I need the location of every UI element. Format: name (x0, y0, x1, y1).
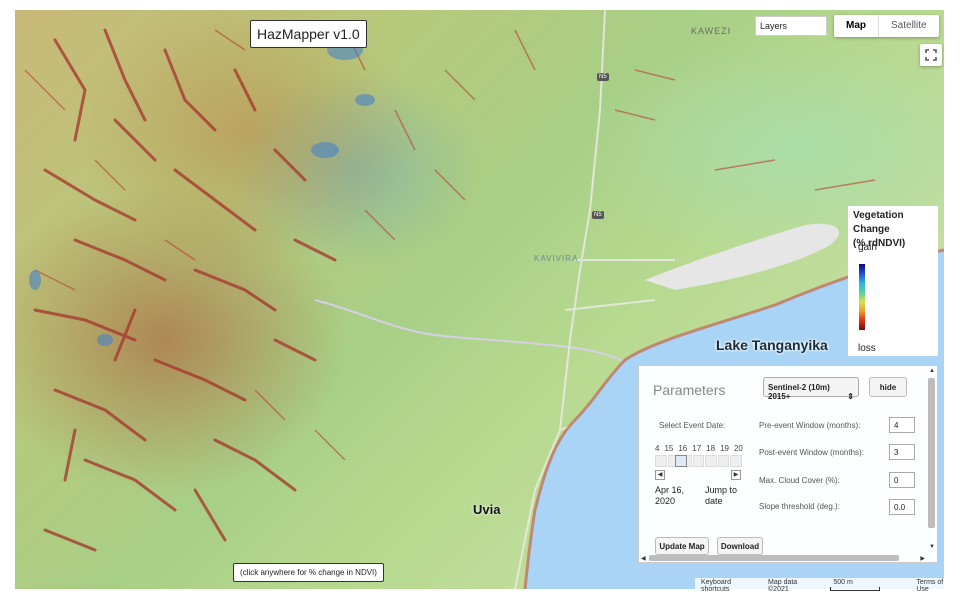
horizontal-scrollbar[interactable] (649, 555, 899, 561)
app-title: HazMapper v1.0 (250, 20, 367, 48)
hide-button[interactable]: hide (869, 377, 907, 397)
vegetation-loss-streaks (33, 28, 337, 552)
jump-to-date-line1[interactable]: Jump to (705, 485, 737, 495)
terms-link[interactable]: Terms of Use (910, 578, 960, 593)
place-label-kavivira: KAVIVIRA (534, 254, 579, 263)
parameters-title: Parameters (653, 382, 726, 398)
map-data-credit: Map data ©2021 (768, 579, 798, 593)
keyboard-shortcuts-link[interactable]: Keyboard shortcuts (695, 578, 762, 593)
slope-threshold-label: Slope threshold (deg.): (759, 502, 840, 511)
selected-date-line1: Apr 16, (655, 485, 685, 495)
date-slider-thumb[interactable] (675, 455, 687, 467)
road-shield-n5: N5 (592, 211, 604, 219)
map-type-map-button[interactable]: Map (834, 15, 879, 37)
sensor-select[interactable]: Sentinel-2 (10m) 2015+ ⇕ (763, 377, 859, 401)
date-prev-button[interactable]: ◀ (655, 470, 665, 480)
update-map-button[interactable]: Update Map (655, 537, 709, 555)
map-type-satellite-button[interactable]: Satellite (879, 15, 939, 37)
parameters-panel: Parameters Sentinel-2 (10m) 2015+ ⇕ hide… (638, 365, 938, 563)
date-tick: 19 (720, 444, 729, 453)
scroll-up-icon[interactable]: ▲ (929, 368, 935, 374)
date-tick: 17 (692, 444, 702, 453)
select-event-date-label: Select Event Date: (659, 421, 726, 430)
map-type-control: Map Satellite (834, 15, 939, 37)
scroll-right-icon[interactable]: ▶ (920, 555, 925, 562)
legend-gain-label: gain (858, 242, 877, 253)
slope-threshold-input[interactable]: 0.0 (889, 499, 915, 515)
legend-title: Vegetation Change (853, 210, 904, 235)
jump-to-date-line2[interactable]: date (705, 496, 723, 506)
legend-color-ramp (859, 264, 865, 330)
cloud-cover-input[interactable]: 0 (889, 472, 915, 488)
fullscreen-button[interactable] (920, 44, 942, 66)
download-button[interactable]: Download (717, 537, 763, 555)
river (314, 299, 641, 371)
date-slider-ticks: 4 15 16 17 18 19 20 (655, 444, 743, 453)
selected-date-line2: 2020 (655, 496, 676, 506)
layers-dropdown[interactable]: Layers (755, 16, 827, 36)
select-arrows-icon: ⇕ (847, 392, 854, 401)
date-tick: 18 (706, 444, 716, 453)
date-slider-track[interactable] (655, 455, 743, 467)
fullscreen-icon (925, 49, 937, 61)
place-label-lake: Lake Tanganyika (716, 337, 828, 353)
click-hint: (click anywhere for % change in NDVI) (233, 563, 384, 582)
scale-line (830, 587, 881, 592)
post-event-window-input[interactable]: 3 (889, 444, 915, 460)
cloud-cover-label: Max. Cloud Cover (%): (759, 476, 840, 485)
map-attribution: Keyboard shortcuts Map data ©2021 500 m … (695, 578, 960, 593)
legend-loss-label: loss (858, 343, 876, 354)
place-label-town: Uvia (473, 502, 501, 517)
scroll-down-icon[interactable]: ▼ (929, 544, 935, 550)
pre-event-window-label: Pre-event Window (months): (759, 421, 861, 430)
scale-bar[interactable]: 500 m (821, 578, 910, 592)
scale-label: 500 m (833, 579, 853, 586)
date-tick: 16 (678, 444, 688, 453)
vertical-scrollbar[interactable] (928, 378, 935, 528)
pre-event-window-input[interactable]: 4 (889, 417, 915, 433)
date-tick: 20 (733, 444, 743, 453)
date-next-button[interactable]: ▶ (731, 470, 741, 480)
road-shield-n5: N5 (597, 73, 609, 81)
place-label-kawezi: KAWEZI (691, 26, 732, 36)
inland-pond (645, 223, 840, 290)
scroll-left-icon[interactable]: ◀ (641, 555, 646, 562)
sensor-select-value: Sentinel-2 (10m) 2015+ (768, 383, 830, 401)
date-tick: 15 (664, 444, 674, 453)
vegetation-change-legend: Vegetation Change (% rdNDVI) gain loss (848, 206, 938, 356)
post-event-window-label: Post-event Window (months): (759, 448, 864, 457)
date-tick: 4 (655, 444, 660, 453)
